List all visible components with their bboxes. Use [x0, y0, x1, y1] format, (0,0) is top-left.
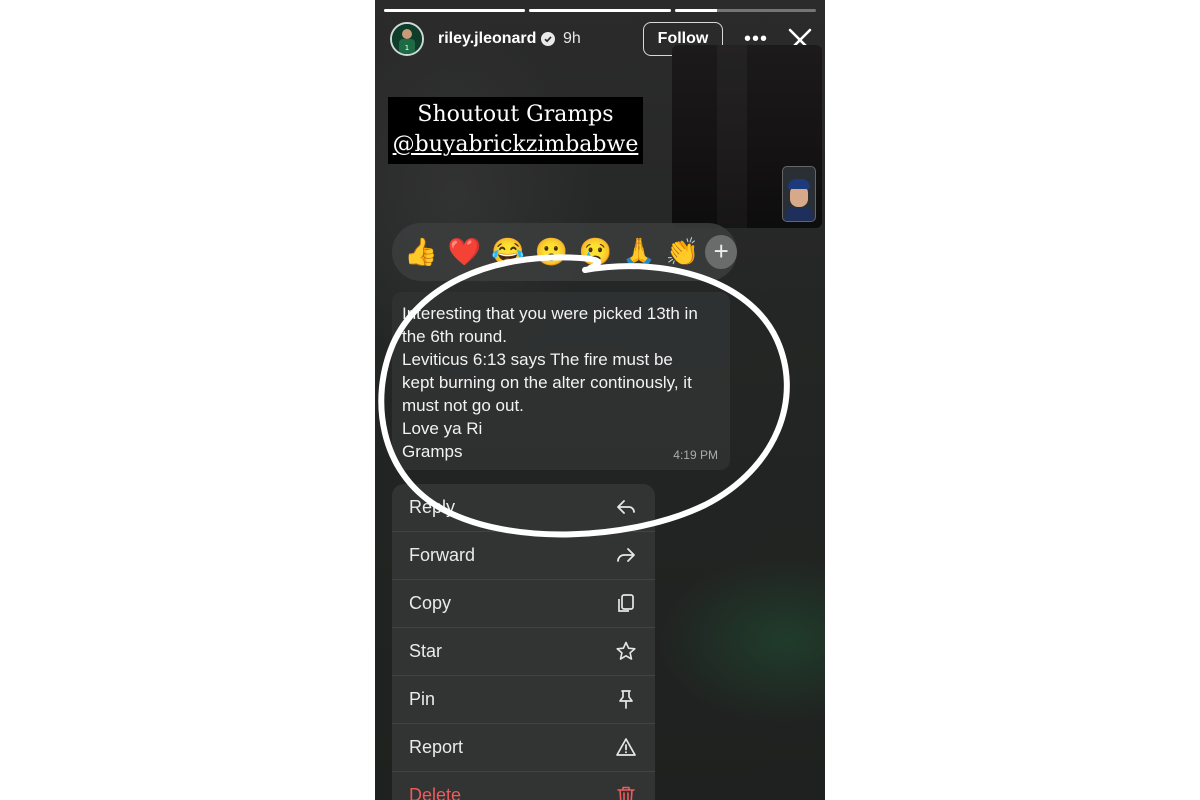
laughing-face-icon[interactable]: 😂 — [491, 235, 525, 269]
menu-item-label: Forward — [409, 545, 476, 565]
message-bubble[interactable]: Interesting that you were picked 13th in… — [392, 292, 730, 470]
clapping-hands-icon[interactable]: 👏 — [666, 235, 700, 269]
svg-text:1: 1 — [405, 44, 409, 52]
menu-item-reply[interactable]: Reply — [392, 484, 655, 532]
avatar[interactable]: 1 — [390, 22, 424, 56]
menu-item-label: Copy — [409, 593, 452, 613]
warning-icon — [616, 738, 636, 756]
caption-mention[interactable]: @buyabrickzimbabwe — [388, 130, 643, 160]
menu-item-label: Star — [409, 641, 443, 661]
menu-item-report[interactable]: Report — [392, 724, 655, 772]
heart-icon[interactable]: ❤️ — [448, 235, 482, 269]
progress-segment — [674, 9, 816, 12]
message-line: Leviticus 6:13 says The fire must be — [402, 350, 673, 369]
menu-item-forward[interactable]: Forward — [392, 532, 655, 580]
story-viewer: 1 riley.jleonard 9h Follow ••• Shoutout … — [375, 0, 825, 800]
message-line: must not go out. — [402, 396, 524, 415]
star-icon — [616, 641, 636, 660]
menu-item-delete[interactable]: Delete — [392, 772, 655, 800]
add-reaction-icon[interactable]: + — [705, 235, 737, 269]
crying-face-icon[interactable]: 😢 — [579, 235, 613, 269]
reply-icon — [617, 500, 635, 514]
menu-item-label: Reply — [409, 497, 456, 517]
forward-icon — [617, 548, 635, 562]
pin-icon — [619, 690, 633, 709]
copy-icon — [618, 594, 634, 612]
post-time: 9h — [563, 30, 581, 47]
menu-item-label: Delete — [409, 785, 462, 800]
story-caption: Shoutout Gramps @buyabrickzimbabwe — [388, 97, 643, 164]
menu-item-pin[interactable]: Pin — [392, 676, 655, 724]
pip-thumbnail — [782, 166, 816, 222]
verified-badge-icon — [541, 32, 555, 46]
message-line: Interesting that you were picked 13th in — [402, 304, 698, 323]
menu-item-star[interactable]: Star — [392, 628, 655, 676]
caption-line: Shoutout Gramps — [417, 102, 614, 127]
thumbs-up-icon[interactable]: 👍 — [404, 235, 438, 269]
message-line: the 6th round. — [402, 327, 507, 346]
surprised-face-icon[interactable]: 😮 — [535, 235, 569, 269]
message-timestamp: 4:19 PM — [673, 448, 718, 462]
menu-item-label: Pin — [409, 689, 436, 709]
message-line: Love ya Ri — [402, 419, 483, 438]
message-line: kept burning on the alter continously, i… — [402, 373, 692, 392]
story-progress-bar — [384, 9, 816, 12]
reaction-bar: 👍 ❤️ 😂 😮 😢 🙏 👏 + — [392, 223, 737, 281]
username[interactable]: riley.jleonard — [438, 30, 536, 48]
video-call-frame — [672, 45, 822, 228]
menu-item-label: Report — [409, 737, 464, 757]
message-line: Gramps — [402, 442, 463, 461]
praying-hands-icon[interactable]: 🙏 — [622, 235, 656, 269]
trash-icon — [617, 786, 635, 800]
progress-segment — [529, 9, 671, 12]
menu-item-copy[interactable]: Copy — [392, 580, 655, 628]
message-context-menu: Reply Forward Copy Star Pin Report Delet… — [392, 484, 655, 800]
progress-segment — [384, 9, 526, 12]
